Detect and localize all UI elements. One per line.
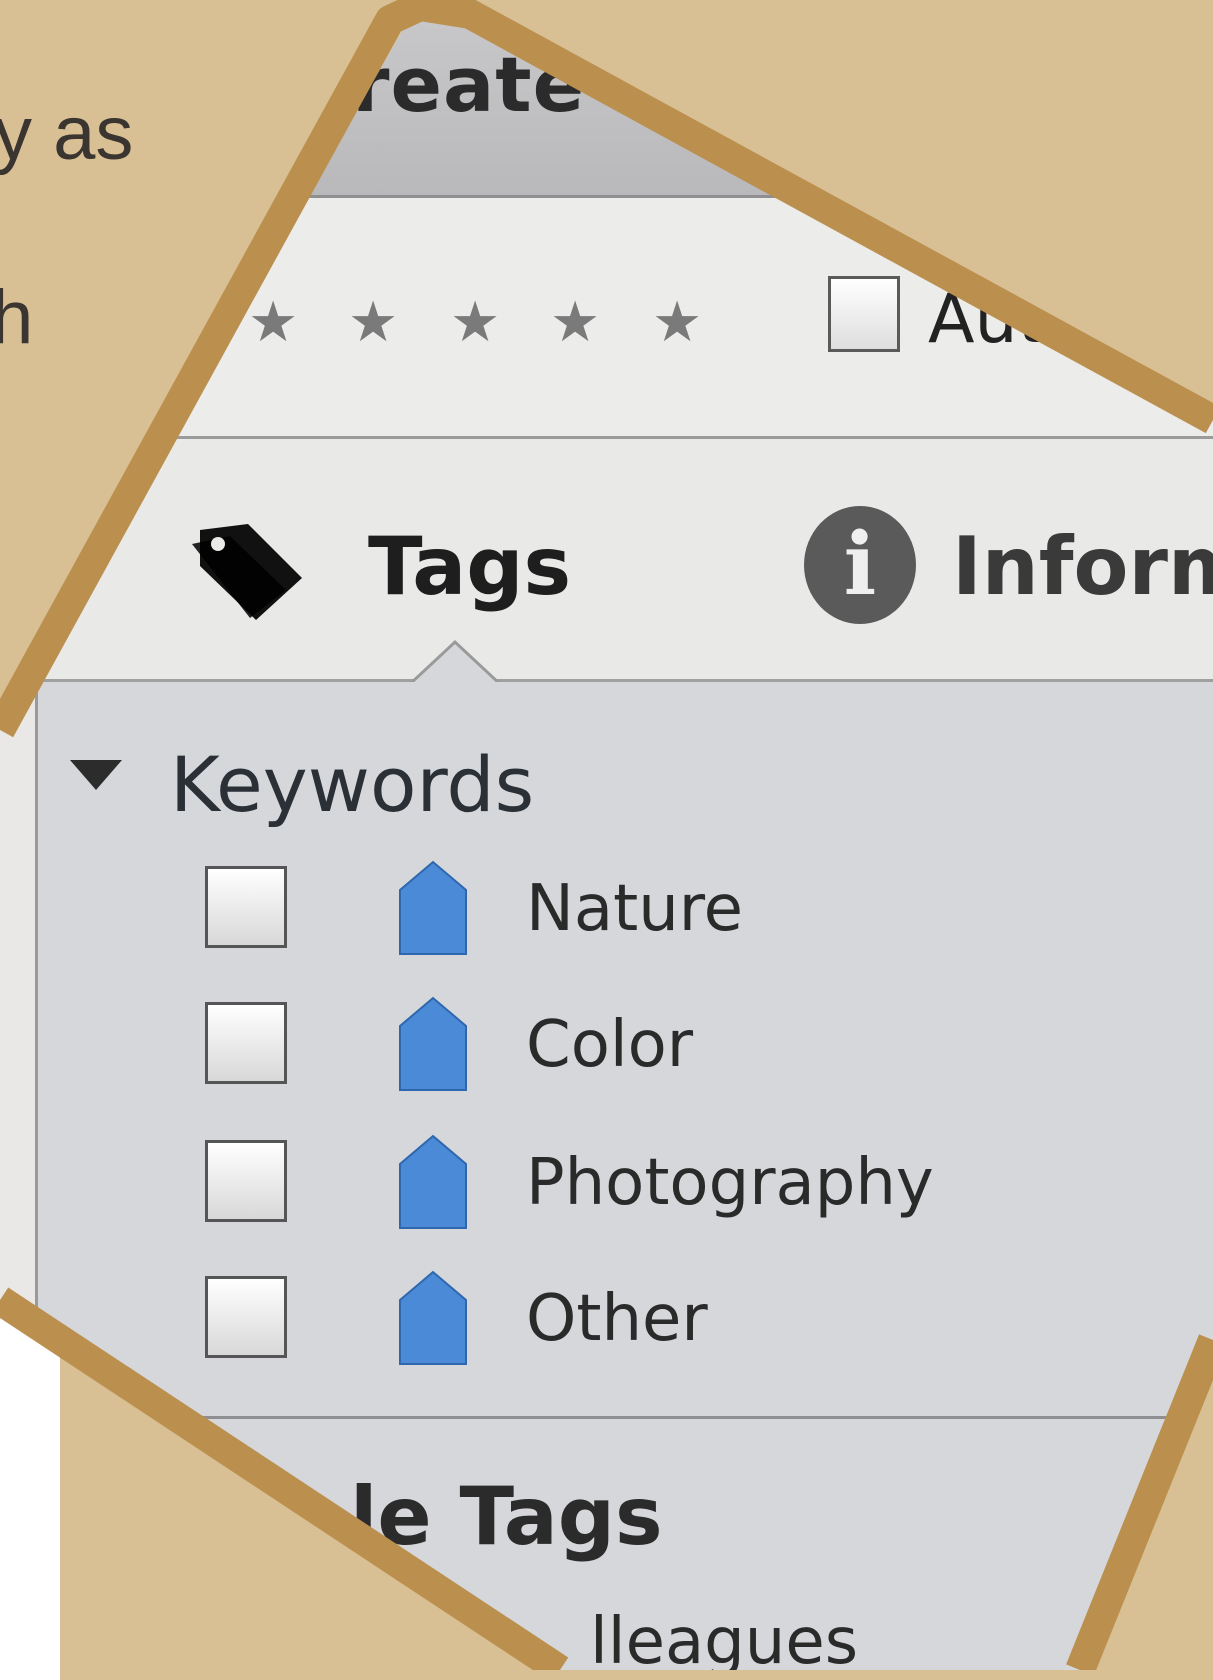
rating-star-icon[interactable]: ★ [652, 290, 702, 355]
disclosure-triangle-icon[interactable] [70, 760, 122, 790]
article-text-fragment: th [0, 275, 34, 360]
keyword-item[interactable]: Nature [0, 860, 1213, 980]
keyword-item[interactable]: Other [0, 1270, 1213, 1390]
info-icon: i [804, 506, 916, 624]
keyword-label: Photography [526, 1146, 934, 1220]
keyword-checkbox[interactable] [205, 1140, 287, 1222]
keyword-label: Other [526, 1282, 708, 1356]
keyword-item[interactable]: Photography [0, 1134, 1213, 1254]
auto-label: Auto [928, 280, 1086, 359]
keyword-label: Color [526, 1008, 694, 1082]
section-divider [200, 1416, 1213, 1419]
keyword-checkbox[interactable] [205, 1276, 287, 1358]
keywords-heading[interactable]: Keywords [170, 740, 534, 829]
rating-star-icon[interactable]: ★ [348, 290, 398, 355]
tag-icon [192, 524, 302, 620]
keyword-tag-icon [399, 996, 467, 1091]
keyword-tag-icon [399, 1134, 467, 1229]
keyword-checkbox[interactable] [205, 866, 287, 948]
tab-information[interactable]: Informa [952, 520, 1213, 613]
create-tab-title[interactable]: reate [352, 40, 585, 129]
people-tags-heading[interactable]: le Tags [350, 1470, 663, 1563]
rating-star-icon[interactable]: ★ [248, 290, 298, 355]
organizer-panel-screenshot: reate ★ ★ ★ ★ ★ Auto Tags i Informa Keyw… [0, 0, 1213, 1670]
rating-star-icon[interactable]: ★ [450, 290, 500, 355]
keyword-tag-icon [399, 1270, 467, 1365]
tab-pointer-icon [410, 639, 500, 684]
auto-checkbox[interactable] [828, 276, 900, 352]
people-tag-item[interactable]: lleagues [590, 1605, 858, 1670]
header-bar [0, 0, 1213, 198]
keyword-tag-icon [399, 860, 467, 955]
keyword-label: Nature [526, 872, 744, 946]
keyword-checkbox[interactable] [205, 1002, 287, 1084]
rating-star-icon[interactable]: ★ [550, 290, 600, 355]
rating-row [0, 198, 1213, 439]
keyword-item[interactable]: Color [0, 996, 1213, 1116]
tab-tags[interactable]: Tags [368, 520, 571, 613]
article-text-fragment: y as [0, 91, 134, 176]
